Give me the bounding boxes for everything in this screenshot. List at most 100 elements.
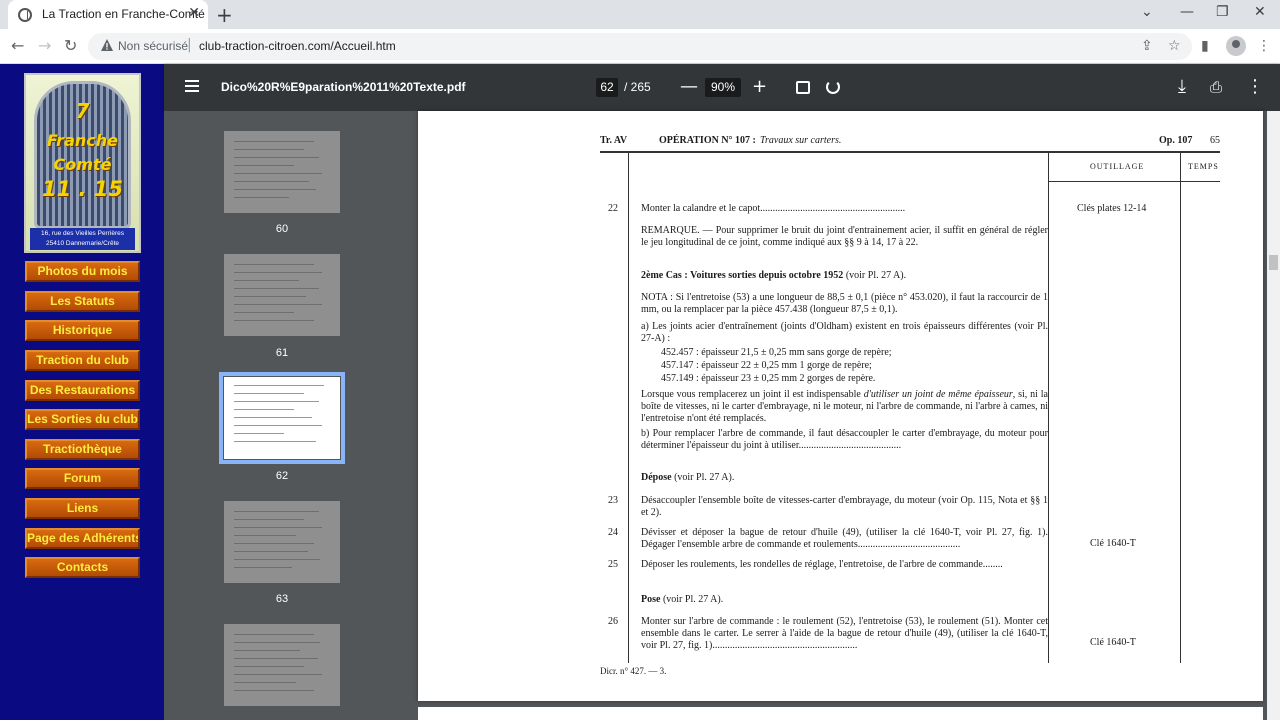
nav-les-sorties-du-club[interactable]: Les Sorties du club [25,409,140,430]
new-tab-button[interactable]: + [216,3,233,27]
thickness-line: 457.147 : épaisseur 22 ± 0,25 mm 1 gorge… [661,360,872,371]
nav-historique[interactable]: Historique [25,320,140,341]
step-text: Désaccoupler l'ensemble boîte de vitesse… [641,495,1048,518]
scrollbar-thumb[interactable] [1269,255,1278,270]
address-line-2: 25410 Dannemarie/Crête [46,240,119,247]
header-rule [600,151,1220,153]
thumbnail-label: 60 [275,223,289,235]
thumbnail-label: 62 [275,470,289,482]
close-tab-icon[interactable]: ✕ [188,5,200,21]
next-pdf-page [418,707,1263,720]
step-number: 24 [608,527,618,538]
bookmark-star-icon[interactable]: ☆ [1168,38,1181,54]
nav-page-des-adherents[interactable]: Page des Adhérents [25,528,140,549]
step-number: 25 [608,559,618,570]
thickness-line: 452.457 : épaisseur 21,5 ± 0,25 mm sans … [661,347,892,358]
nav-liens[interactable]: Liens [25,498,140,519]
side-panel-icon[interactable]: ▮ [1201,38,1209,54]
logo-comte: Comté [53,155,112,174]
step-text: Monter la calandre et le capot..........… [641,203,906,214]
step-tool: Clé 1640-T [1090,538,1136,549]
page-number-input[interactable]: 62 [596,78,618,97]
column-rule [1180,153,1181,663]
thumbnail-page[interactable] [224,624,340,706]
pdf-page: Tr. AV OPÉRATION N° 107 : Travaux sur ca… [418,111,1263,701]
logo-number: 7 [75,99,90,123]
step-text: Dévisser et déposer la bague de retour d… [641,527,1048,550]
url-text[interactable]: club-traction-citroen.com/Accueil.htm [199,39,396,53]
forward-icon[interactable]: → [38,36,51,55]
browser-tab[interactable]: La Traction en Franche-Comté ✕ [8,0,208,29]
club-logo[interactable]: 7 Franche Comté 11 . 15 16, rue des Viei… [24,73,141,253]
step-number: 26 [608,616,618,627]
doc-header-title: Travaux sur carters. [760,135,842,146]
thumbnail-sidebar: 60 61 62 63 [164,111,400,720]
thumbnail-page[interactable] [224,131,340,213]
more-actions-icon[interactable]: ⋮ [1246,76,1264,98]
minimize-icon[interactable]: — [1180,4,1194,20]
page-total: / 265 [624,80,651,94]
step-number: 22 [608,203,618,214]
thumbnail-page[interactable] [224,254,340,336]
reload-icon[interactable]: ↻ [64,36,77,55]
omnibox-separator: | [187,37,192,53]
site-navigation: 7 Franche Comté 11 . 15 16, rue des Viei… [0,64,164,720]
address-bar[interactable]: Non sécurisé | club-traction-citroen.com… [88,33,1192,60]
browser-toolbar: ← → ↻ Non sécurisé | club-traction-citro… [0,29,1280,64]
security-label[interactable]: Non sécurisé [118,39,188,53]
thickness-line: 457.149 : épaisseur 23 ± 0,25 mm 2 gorge… [661,373,876,384]
browser-menu-icon[interactable]: ⋮ [1257,38,1271,54]
case-heading: 2ème Cas : Voitures sorties depuis octob… [641,270,907,281]
thumbnail-label: 63 [275,593,289,605]
doc-footer: Dicr. n° 427. — 3. [600,666,667,676]
tab-strip: La Traction en Franche-Comté ✕ + ⌄ — ❐ ✕ [0,0,1280,29]
pose-heading: Pose (voir Pl. 27 A). [641,594,724,605]
profile-avatar[interactable] [1226,36,1246,56]
zoom-in-icon[interactable]: + [752,76,767,98]
back-icon[interactable]: ← [11,36,24,55]
document-scrollbar[interactable] [1267,111,1280,720]
maximize-icon[interactable]: ❐ [1216,4,1229,20]
column-rule [1048,153,1049,663]
share-icon[interactable]: ⇪ [1141,38,1153,54]
step-text: Déposer les roulements, les rondelles de… [641,559,1003,570]
item-b-text: b) Pour remplacer l'arbre de commande, i… [641,428,1048,451]
nav-des-restaurations[interactable]: Des Restaurations [25,380,140,401]
step-tool: Clés plates 12-14 [1077,203,1147,214]
nav-forum[interactable]: Forum [25,468,140,489]
pdf-filename: Dico%20R%E9paration%2011%20Texte.pdf [221,80,466,94]
item-a-text: a) Les joints acier d'entraînement (join… [641,321,1048,344]
thumbnail-label: 61 [275,347,289,359]
nav-photos-du-mois[interactable]: Photos du mois [25,261,140,282]
warning-icon[interactable] [100,38,114,52]
depose-heading: Dépose (voir Pl. 27 A). [641,472,735,483]
doc-page-number: 65 [1210,135,1220,146]
globe-icon [18,8,32,22]
logo-address: 16, rue des Vieilles Perrières 25410 Dan… [30,228,135,250]
nav-traction-du-club[interactable]: Traction du club [25,350,140,371]
logo-franche: Franche [47,131,118,150]
thumbnail-page[interactable] [224,501,340,583]
step-number: 23 [608,495,618,506]
tab-title: La Traction en Franche-Comté [42,7,205,21]
thumbnail-page-selected[interactable] [219,372,345,464]
doc-header-op: OPÉRATION N° 107 : [659,135,756,146]
window-close-icon[interactable]: ✕ [1254,4,1266,20]
nav-les-statuts[interactable]: Les Statuts [25,291,140,312]
tab-search-icon[interactable]: ⌄ [1141,4,1153,20]
logo-model: 11 . 15 [41,177,124,201]
zoom-input[interactable]: 90% [705,78,741,97]
nota-text: NOTA : Si l'entretoise (53) a une longue… [641,292,1048,315]
nav-tractiotheque[interactable]: Tractiothèque [25,439,140,460]
download-icon[interactable]: ⤓ [1178,76,1186,98]
step-tool: Clé 1640-T [1090,637,1136,648]
fit-page-icon[interactable] [796,81,810,94]
col-tools-header: OUTILLAGE [1090,162,1145,171]
zoom-out-icon[interactable]: — [680,76,698,98]
column-header-rule [1048,181,1220,182]
menu-icon[interactable] [185,80,199,92]
rotate-icon[interactable] [826,80,840,94]
nav-contacts[interactable]: Contacts [25,557,140,578]
pdf-toolbar: Dico%20R%E9paration%2011%20Texte.pdf 62 … [164,64,1280,111]
print-icon[interactable]: ⎙ [1210,76,1222,98]
